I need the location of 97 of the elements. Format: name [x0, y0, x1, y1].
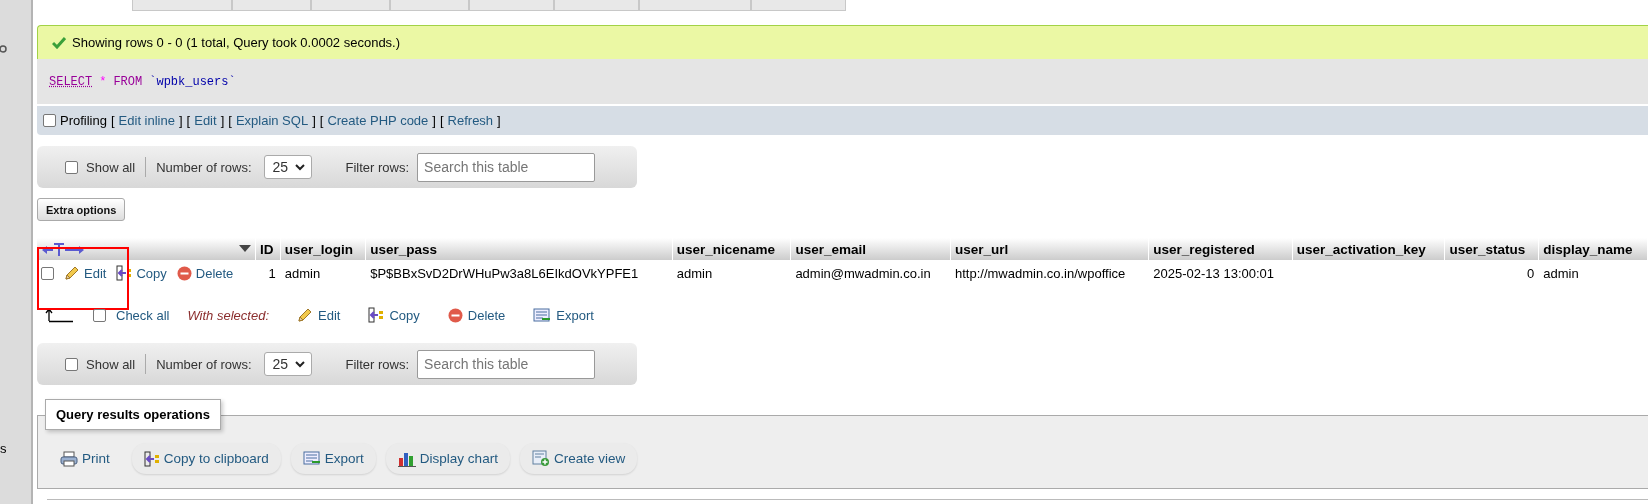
- bracket: ]: [432, 113, 436, 128]
- copy-icon: [116, 265, 133, 281]
- table-cell-text: admin@mwadmin.co.in: [794, 264, 932, 283]
- table-cell-text: admin: [675, 264, 714, 283]
- sql-token[interactable]: SELECT: [49, 74, 93, 89]
- rows-dropdown[interactable]: 25: [263, 352, 312, 376]
- column-header[interactable]: user_pass: [366, 238, 672, 260]
- pencil-icon: [297, 307, 313, 323]
- table-cell-text: admin: [283, 264, 322, 283]
- row-checkbox[interactable]: [41, 266, 54, 280]
- sql-token: FROM: [113, 74, 143, 89]
- table-cell-text: 2025-02-13 13:00:01: [1152, 264, 1276, 283]
- sql-token: *: [99, 74, 107, 89]
- operation-button[interactable]: Display chart: [385, 443, 510, 474]
- chevron-down-icon: [294, 163, 305, 171]
- table-cell-text: http://mwadmin.co.in/wpoffice: [954, 264, 1127, 283]
- chevron-down-icon: [294, 360, 305, 368]
- tab[interactable]: [132, 0, 232, 11]
- bracket: [: [319, 113, 324, 128]
- rows-label: Number of rows:: [156, 356, 252, 372]
- column-header[interactable]: display_name: [1539, 238, 1647, 260]
- bulk-action-link[interactable]: Export: [533, 307, 594, 323]
- action-link[interactable]: Create PHP code: [327, 113, 429, 128]
- message-text: Showing rows 0 - 0 (1 total, Query took 0.0002 seconds.): [72, 35, 401, 50]
- table-cell-text: admin: [1542, 264, 1580, 283]
- pencil-icon: [64, 265, 80, 281]
- column-header[interactable]: ID: [256, 238, 280, 260]
- export-icon: [302, 451, 321, 466]
- sidebar-text: s: [0, 441, 7, 456]
- tab[interactable]: [554, 0, 639, 11]
- show-all-checkbox[interactable]: [65, 160, 78, 174]
- show-all-checkbox[interactable]: [65, 357, 78, 371]
- sql-token: `wpbk_users`: [149, 74, 236, 89]
- profiling-label: Profiling: [60, 113, 107, 128]
- check-icon: [52, 36, 66, 49]
- show-all-label: Show all: [86, 159, 136, 175]
- bracket: [: [110, 113, 115, 128]
- bracket: ]: [178, 113, 183, 128]
- delete-icon: [447, 307, 463, 323]
- operation-button[interactable]: Print: [52, 443, 122, 474]
- table-cell-text: 0: [1526, 264, 1536, 283]
- tab[interactable]: [390, 0, 469, 11]
- column-header[interactable]: user_url: [951, 238, 1149, 260]
- action-link[interactable]: Explain SQL: [235, 113, 309, 128]
- column-header[interactable]: user_registered: [1149, 238, 1292, 260]
- rows-label: Number of rows:: [156, 159, 252, 175]
- row-action-link[interactable]: Copy: [116, 265, 167, 281]
- operation-button[interactable]: Copy to clipboard: [131, 443, 281, 474]
- extra-options-button[interactable]: Extra options: [37, 198, 126, 221]
- bracket: [: [439, 113, 444, 128]
- tab[interactable]: [311, 0, 390, 11]
- bracket: [: [228, 113, 232, 128]
- action-link[interactable]: Edit inline: [118, 113, 175, 128]
- show-all-label: Show all: [86, 356, 136, 372]
- bracket: ]: [497, 113, 501, 128]
- delete-icon: [176, 265, 192, 281]
- column-arrows-icon: [41, 242, 85, 256]
- filter-field[interactable]: Search this table: [417, 349, 596, 379]
- column-header[interactable]: user_activation_key: [1292, 238, 1445, 260]
- row-action-link[interactable]: Delete: [176, 265, 234, 281]
- column-header[interactable]: user_login: [280, 238, 366, 260]
- operation-button[interactable]: Export: [290, 443, 376, 474]
- profiling-checkbox[interactable]: [43, 114, 56, 127]
- section-legend: Query results operations: [45, 399, 221, 430]
- row-action-link[interactable]: Edit: [64, 265, 107, 281]
- sort-triangle-icon: [239, 245, 251, 253]
- table-cell-text: 1: [267, 264, 277, 283]
- tab[interactable]: [469, 0, 554, 11]
- action-link[interactable]: Edit: [194, 113, 217, 128]
- tab[interactable]: [751, 0, 846, 11]
- document-plus-icon: [531, 450, 550, 467]
- tab[interactable]: [639, 0, 751, 11]
- bulk-action-link[interactable]: Copy: [368, 307, 420, 323]
- operation-button[interactable]: Create view: [519, 443, 638, 474]
- column-header[interactable]: user_status: [1445, 238, 1539, 260]
- filter-field[interactable]: Search this table: [417, 152, 596, 182]
- filter-label: Filter rows:: [345, 356, 410, 372]
- column-header[interactable]: user_nicename: [672, 238, 791, 260]
- check-all-link[interactable]: Check all: [116, 307, 170, 323]
- rows-dropdown[interactable]: 25: [263, 155, 312, 179]
- with-selected-label: With selected:: [187, 307, 269, 323]
- bulk-action-link[interactable]: Edit: [297, 307, 341, 323]
- copy-icon: [368, 307, 385, 323]
- bracket: [: [186, 113, 191, 128]
- copy-icon: [143, 450, 160, 467]
- bulk-action-link[interactable]: Delete: [447, 307, 506, 323]
- table-cell-text: $P$BBxSvD2DrWHuPw3a8L6EIkdOVkYPFE1: [369, 264, 640, 283]
- filter-label: Filter rows:: [345, 159, 410, 175]
- column-header[interactable]: user_email: [791, 238, 950, 260]
- action-link[interactable]: Refresh: [447, 113, 494, 128]
- corner-arrow-icon: [45, 307, 73, 323]
- bar-chart-icon: [397, 450, 416, 467]
- bracket: ]: [220, 113, 225, 128]
- tab[interactable]: [232, 0, 311, 11]
- export-icon: [533, 307, 552, 323]
- bracket: ]: [312, 113, 316, 128]
- printer-icon: [60, 450, 78, 467]
